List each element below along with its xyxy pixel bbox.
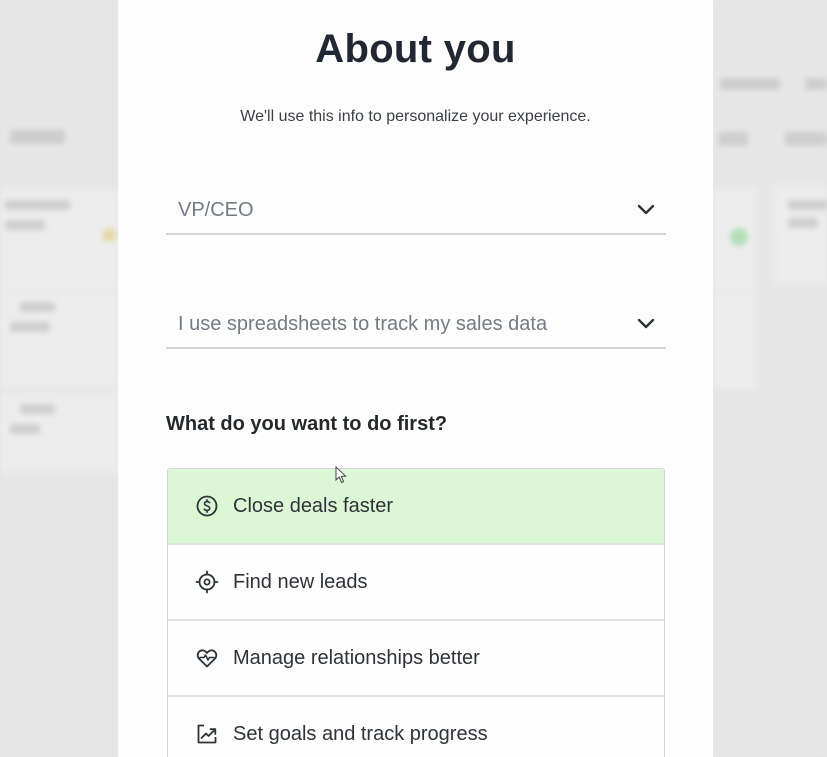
chevron-down-icon [636, 314, 656, 334]
goal-option-set-goals[interactable]: Set goals and track progress [168, 697, 664, 757]
goal-option-label: Set goals and track progress [233, 722, 488, 745]
goal-options-list: Close deals faster Find new leads Manage… [167, 468, 665, 757]
role-select[interactable]: VP/CEO [166, 187, 666, 235]
crosshair-icon [195, 570, 219, 594]
about-you-modal: About you We'll use this info to persona… [118, 0, 713, 757]
goals-question: What do you want to do first? [166, 413, 448, 435]
trend-up-icon [195, 722, 219, 746]
modal-title: About you [315, 27, 516, 71]
goal-option-find-leads[interactable]: Find new leads [168, 545, 664, 621]
goal-option-label: Manage relationships better [233, 646, 480, 669]
tracking-method-select-value: I use spreadsheets to track my sales dat… [178, 312, 548, 335]
tracking-method-select[interactable]: I use spreadsheets to track my sales dat… [166, 301, 666, 349]
heart-pulse-icon [195, 646, 219, 670]
role-select-value: VP/CEO [178, 198, 254, 221]
goal-option-close-deals[interactable]: Close deals faster [168, 469, 664, 545]
goal-option-label: Find new leads [233, 570, 368, 593]
goal-option-manage-relationships[interactable]: Manage relationships better [168, 621, 664, 697]
mouse-cursor-icon [335, 466, 347, 484]
modal-subtitle: We'll use this info to personalize your … [240, 108, 591, 125]
goal-option-label: Close deals faster [233, 494, 394, 517]
chevron-down-icon [636, 200, 656, 220]
dollar-circle-icon [195, 494, 219, 518]
